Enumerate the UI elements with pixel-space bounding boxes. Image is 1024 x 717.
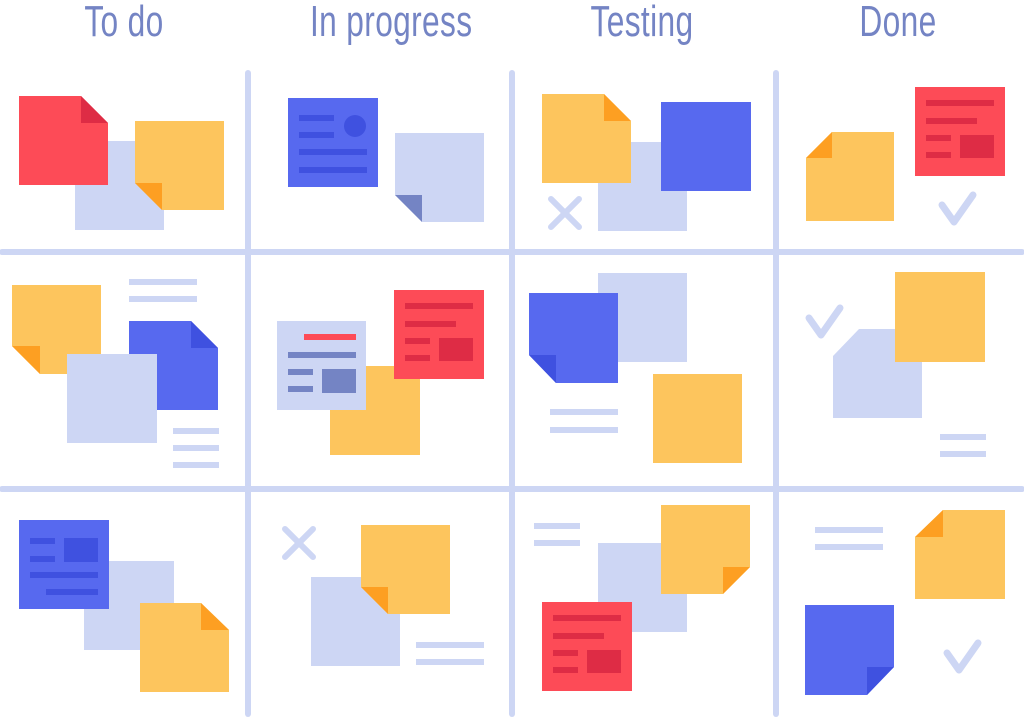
- page-fold-icon: [12, 346, 40, 374]
- cell-testing-row3: [534, 505, 750, 691]
- cross-icon: [548, 196, 582, 230]
- text-lines-icon: [940, 434, 986, 457]
- lavender-sticky-note[interactable]: [395, 133, 484, 222]
- page-fold-icon: [529, 355, 556, 383]
- cell-todo-row3: [19, 520, 229, 692]
- page-fold-icon: [395, 195, 422, 222]
- blue-text-card[interactable]: [19, 520, 109, 609]
- lavender-text-card[interactable]: [277, 321, 366, 410]
- cell-testing-row1: [542, 94, 751, 231]
- yellow-sticky-note[interactable]: [542, 94, 631, 183]
- blue-sticky-note[interactable]: [661, 102, 751, 191]
- cell-inprogress-row1: [288, 98, 484, 222]
- check-icon: [805, 304, 844, 339]
- red-text-card[interactable]: [542, 602, 632, 691]
- cell-inprogress-row3: [282, 525, 484, 666]
- blue-sticky-note[interactable]: [805, 605, 894, 695]
- cell-todo-row2: [12, 279, 219, 468]
- text-lines-icon: [416, 642, 484, 665]
- red-text-card[interactable]: [915, 87, 1005, 176]
- check-icon: [943, 639, 982, 674]
- yellow-sticky-note[interactable]: [661, 505, 750, 594]
- yellow-sticky-note[interactable]: [806, 132, 894, 221]
- cell-done-row1: [806, 87, 1005, 226]
- kanban-board: [0, 70, 1024, 717]
- yellow-sticky-note[interactable]: [895, 272, 985, 362]
- cross-icon: [282, 526, 316, 560]
- red-text-card[interactable]: [394, 290, 484, 379]
- text-lines-icon: [815, 527, 883, 550]
- yellow-sticky-note[interactable]: [915, 510, 1005, 599]
- cell-testing-row2: [529, 273, 742, 463]
- page-fold-icon: [191, 321, 218, 348]
- cell-done-row3: [805, 510, 1005, 695]
- page-fold-icon: [81, 96, 108, 123]
- avatar-icon: [344, 115, 366, 137]
- yellow-sticky-note[interactable]: [653, 374, 742, 463]
- page-fold-icon: [201, 603, 229, 630]
- blue-sticky-note[interactable]: [529, 293, 618, 383]
- blue-profile-card[interactable]: [288, 98, 378, 187]
- text-lines-icon: [550, 409, 618, 433]
- cell-inprogress-row2: [277, 290, 484, 455]
- page-fold-icon: [806, 132, 832, 158]
- page-fold-icon: [604, 94, 631, 121]
- text-lines-icon: [129, 279, 197, 302]
- page-fold-icon: [867, 667, 894, 695]
- lavender-note[interactable]: [67, 354, 157, 443]
- red-sticky-note[interactable]: [19, 96, 108, 185]
- cell-done-row2: [805, 272, 986, 457]
- cell-todo-row1: [19, 96, 224, 230]
- text-lines-icon: [534, 523, 580, 546]
- page-fold-icon: [915, 510, 943, 537]
- yellow-sticky-note[interactable]: [140, 603, 229, 692]
- page-fold-icon: [723, 567, 750, 594]
- check-icon: [938, 191, 977, 226]
- text-lines-icon: [173, 428, 219, 468]
